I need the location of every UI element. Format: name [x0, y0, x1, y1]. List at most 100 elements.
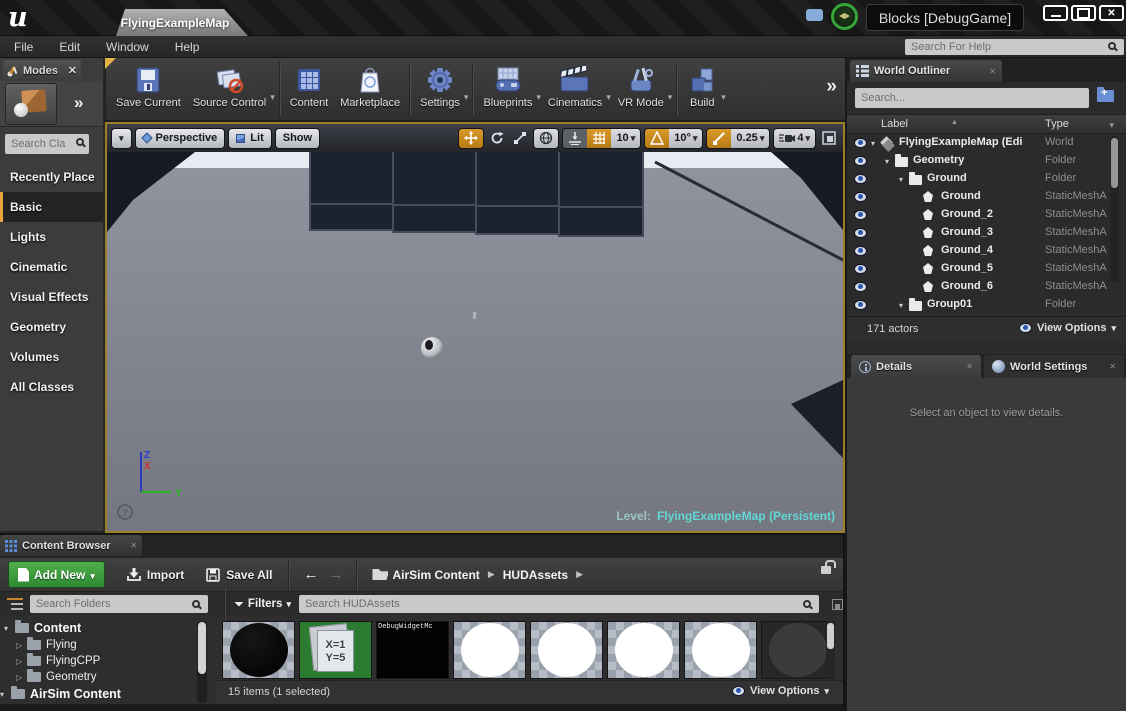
- outliner-row[interactable]: FlyingExampleMap (EdiWorld: [847, 134, 1115, 152]
- expander-icon[interactable]: [16, 657, 27, 666]
- asset-white-sphere[interactable]: [607, 621, 680, 679]
- breadcrumb-airsim-content[interactable]: AirSim Content: [392, 568, 479, 582]
- build-button[interactable]: Build: [681, 60, 723, 109]
- lit-mode-button[interactable]: Lit: [228, 128, 271, 149]
- asset-white-sphere[interactable]: [684, 621, 757, 679]
- visibility-eye-icon[interactable]: [854, 300, 867, 310]
- close-icon[interactable]: [1109, 362, 1116, 371]
- tree-item-airsim-content[interactable]: AirSim Content: [0, 686, 121, 702]
- breadcrumb-hudassets[interactable]: HUDAssets: [503, 568, 568, 582]
- expander-icon[interactable]: [871, 139, 875, 148]
- save-all-button[interactable]: Save All: [206, 568, 272, 582]
- tab-world-outliner[interactable]: World Outliner: [850, 60, 1002, 82]
- scale-tool-button[interactable]: [510, 131, 530, 145]
- rotate-tool-button[interactable]: [487, 131, 507, 145]
- minimize-button[interactable]: [1043, 5, 1068, 21]
- surface-snap-button[interactable]: [563, 129, 587, 148]
- outliner-row[interactable]: Group01Folder: [847, 296, 1115, 314]
- expander-icon[interactable]: [16, 673, 27, 682]
- outliner-row[interactable]: Ground_2StaticMeshA: [847, 206, 1115, 224]
- tab-world-settings[interactable]: World Settings: [984, 355, 1124, 378]
- visibility-eye-icon[interactable]: [854, 138, 867, 148]
- maximize-viewport-button[interactable]: [819, 131, 839, 145]
- menu-edit[interactable]: Edit: [59, 40, 80, 54]
- grid-snap-button[interactable]: [587, 129, 611, 148]
- tree-item-content[interactable]: Content: [4, 620, 81, 636]
- breadcrumb-arrow-icon[interactable]: [576, 569, 583, 580]
- menu-file[interactable]: File: [14, 40, 33, 54]
- scale-snap-value[interactable]: 0.25: [731, 129, 769, 148]
- outliner-row[interactable]: GeometryFolder: [847, 152, 1115, 170]
- camera-speed-button[interactable]: 4: [774, 129, 815, 148]
- level-tab[interactable]: FlyingExampleMap: [116, 9, 248, 36]
- rotation-snap-button[interactable]: [645, 129, 669, 148]
- grid-snap-value[interactable]: 10: [611, 129, 640, 148]
- close-icon[interactable]: [130, 541, 137, 550]
- asset-white-sphere[interactable]: [530, 621, 603, 679]
- asset-dark-sphere[interactable]: [761, 621, 834, 679]
- visibility-eye-icon[interactable]: [854, 264, 867, 274]
- settings-button[interactable]: Settings: [414, 60, 466, 109]
- blueprints-button[interactable]: Blueprints: [477, 60, 538, 109]
- block-wall[interactable]: [310, 152, 643, 236]
- level-viewport[interactable]: Perspective Lit Show 10 10°: [105, 122, 845, 533]
- outliner-row[interactable]: GroundFolder: [847, 170, 1115, 188]
- mode-item-recently-placed[interactable]: Recently Place: [0, 162, 103, 192]
- filters-button[interactable]: Filters: [234, 598, 291, 610]
- tab-content-browser[interactable]: Content Browser: [0, 535, 142, 556]
- add-new-button[interactable]: Add New: [8, 561, 105, 588]
- import-button[interactable]: Import: [127, 568, 184, 582]
- outliner-column-header[interactable]: Label Type: [847, 114, 1126, 134]
- visibility-eye-icon[interactable]: [854, 156, 867, 166]
- source-control-button[interactable]: Source Control: [187, 60, 272, 109]
- expander-icon[interactable]: [899, 175, 903, 184]
- menu-help[interactable]: Help: [175, 40, 200, 54]
- tutorial-icon[interactable]: [831, 3, 858, 30]
- content-button[interactable]: Content: [284, 60, 335, 109]
- close-button[interactable]: [1099, 5, 1124, 21]
- asset-black-sphere[interactable]: [222, 621, 295, 679]
- asset-datatable-selected[interactable]: X=1Y=5: [299, 621, 372, 679]
- mode-item-geometry[interactable]: Geometry: [0, 312, 103, 342]
- chevron-down-icon[interactable]: [1109, 120, 1114, 131]
- expander-icon[interactable]: [885, 157, 889, 166]
- expander-icon[interactable]: [899, 301, 903, 310]
- outliner-row[interactable]: Ground_3StaticMeshA: [847, 224, 1115, 242]
- outliner-row[interactable]: Ground_4StaticMeshA: [847, 242, 1115, 260]
- outliner-search-input[interactable]: [855, 88, 1089, 108]
- mode-item-basic[interactable]: Basic: [0, 192, 103, 222]
- outliner-row[interactable]: Ground_5StaticMeshA: [847, 260, 1115, 278]
- translate-tool-button[interactable]: [459, 129, 483, 148]
- feedback-bubble-icon[interactable]: [806, 9, 823, 21]
- scale-snap-button[interactable]: [707, 129, 731, 148]
- mode-item-all-classes[interactable]: All Classes: [0, 372, 103, 402]
- visibility-eye-icon[interactable]: [854, 282, 867, 292]
- perspective-button[interactable]: Perspective: [135, 128, 226, 149]
- sources-panel-toggle-icon[interactable]: [7, 598, 23, 610]
- place-mode-button[interactable]: [5, 83, 57, 125]
- column-label[interactable]: Label: [881, 118, 908, 130]
- world-local-toggle[interactable]: [534, 129, 558, 148]
- toolbar-overflow-chevron-icon[interactable]: »: [826, 76, 843, 98]
- viewport-options-button[interactable]: [111, 128, 132, 149]
- visibility-eye-icon[interactable]: [854, 192, 867, 202]
- vr-mode-button[interactable]: VR Mode: [612, 60, 670, 109]
- column-type[interactable]: Type: [1045, 118, 1069, 130]
- tree-scrollbar[interactable]: [197, 621, 207, 703]
- help-search-input[interactable]: [905, 39, 1124, 55]
- tree-item-flyingcpp[interactable]: FlyingCPP: [16, 653, 100, 669]
- close-icon[interactable]: [68, 64, 77, 77]
- maximize-button[interactable]: [1071, 5, 1096, 21]
- viewport-scene[interactable]: Z X Y ?: [107, 152, 843, 531]
- tree-item-flying[interactable]: Flying: [16, 637, 77, 653]
- visibility-eye-icon[interactable]: [854, 210, 867, 220]
- save-search-icon[interactable]: [832, 599, 843, 610]
- asset-scrollbar[interactable]: [826, 621, 835, 679]
- asset-search-input[interactable]: [299, 595, 819, 613]
- expander-icon[interactable]: [4, 624, 15, 633]
- new-folder-icon[interactable]: [1097, 90, 1114, 102]
- scrollbar-thumb[interactable]: [1111, 138, 1118, 188]
- menu-window[interactable]: Window: [106, 40, 149, 54]
- outliner-row[interactable]: GroundStaticMeshA: [847, 188, 1115, 206]
- mode-item-volumes[interactable]: Volumes: [0, 342, 103, 372]
